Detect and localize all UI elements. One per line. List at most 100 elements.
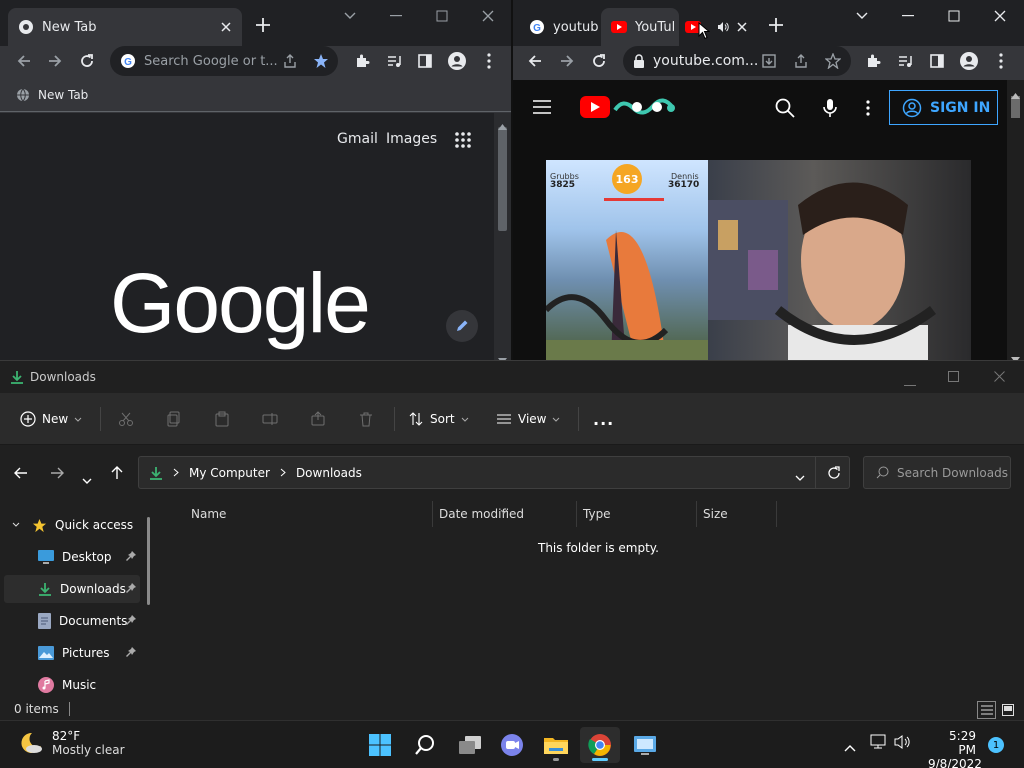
youtube-logo-icon[interactable] [580, 96, 610, 118]
profile-icon[interactable] [954, 46, 984, 76]
view-button[interactable]: View [496, 403, 560, 435]
close-tab-icon[interactable] [737, 22, 747, 32]
refresh-icon[interactable] [827, 466, 841, 483]
search-downloads-input[interactable]: Search Downloads [863, 456, 1011, 489]
audio-playing-icon[interactable] [717, 21, 729, 33]
cut-icon[interactable] [118, 403, 134, 435]
column-size[interactable]: Size [697, 501, 777, 527]
chevron-down-icon[interactable] [12, 522, 20, 527]
address-dropdown-icon[interactable] [795, 470, 805, 484]
sidebar-item-quick-access[interactable]: Quick access [4, 511, 140, 539]
bookmark-new-tab[interactable]: New Tab [38, 88, 88, 102]
tiles-view-icon[interactable] [999, 701, 1017, 719]
extensions-icon[interactable] [858, 46, 888, 76]
bookmark-star-icon[interactable] [818, 46, 848, 76]
search-button[interactable] [405, 727, 445, 763]
task-view-button[interactable] [450, 727, 490, 763]
omnibox[interactable]: youtube.com... [623, 46, 851, 76]
reload-icon[interactable] [72, 46, 102, 76]
breadcrumb-my-computer[interactable]: My Computer [189, 466, 270, 480]
extensions-icon[interactable] [347, 46, 377, 76]
pin-icon[interactable] [126, 551, 136, 561]
bookmark-star-icon[interactable] [306, 46, 336, 76]
scrollbar[interactable] [494, 113, 511, 360]
back-icon[interactable] [14, 465, 28, 484]
close-window-icon[interactable] [994, 371, 1005, 385]
recent-chevron-icon[interactable] [82, 469, 92, 488]
video-player[interactable]: Grubbs 3825 163 Dennis 36170 [546, 160, 971, 360]
install-app-icon[interactable] [754, 46, 784, 76]
forward-icon[interactable] [50, 465, 64, 484]
control-panel-taskbar[interactable] [625, 727, 665, 763]
customize-pencil-icon[interactable] [446, 310, 478, 342]
scroll-up-icon[interactable] [498, 115, 507, 134]
back-icon[interactable] [9, 46, 39, 76]
volume-icon[interactable] [894, 734, 912, 754]
gmail-link[interactable]: Gmail [337, 131, 378, 147]
notification-badge[interactable]: 1 [988, 737, 1004, 753]
maximize-icon[interactable] [931, 0, 977, 32]
close-tab-icon[interactable] [220, 21, 232, 33]
show-hidden-icons-chevron[interactable] [844, 737, 856, 756]
tab-youtube-1[interactable]: G youtub [519, 8, 601, 46]
sidebar-scrollbar[interactable] [147, 517, 150, 605]
tab-youtube-2[interactable]: YouTul [601, 8, 679, 46]
scroll-down-icon[interactable] [1011, 348, 1020, 360]
minimize-icon[interactable] [373, 0, 419, 32]
tab-new-tab[interactable]: New Tab [8, 8, 242, 46]
scroll-up-icon[interactable] [1011, 84, 1020, 103]
sidebar-item-pictures[interactable]: Pictures [4, 639, 140, 667]
minimize-icon[interactable] [904, 376, 916, 390]
breadcrumb-downloads[interactable]: Downloads [296, 466, 362, 480]
close-window-icon[interactable] [977, 0, 1023, 32]
sidebar-item-desktop[interactable]: Desktop [4, 543, 140, 571]
clock[interactable]: 5:29 PM 9/8/2022 [928, 729, 982, 768]
sidebar-item-documents[interactable]: Documents [4, 607, 140, 635]
tab-search-chevron-icon[interactable] [839, 0, 885, 32]
more-options-icon[interactable] [866, 100, 870, 116]
address-bar[interactable]: My Computer Downloads [138, 456, 850, 489]
menu-kebab-icon[interactable] [474, 46, 504, 76]
maximize-icon[interactable] [419, 0, 465, 32]
copy-icon[interactable] [166, 403, 182, 435]
share-icon[interactable] [310, 403, 326, 435]
sidebar-item-music[interactable]: Music [4, 671, 140, 699]
maximize-icon[interactable] [948, 371, 959, 385]
back-icon[interactable] [520, 46, 550, 76]
tab-search-chevron-icon[interactable] [327, 0, 373, 32]
new-button[interactable]: New [20, 403, 82, 435]
search-icon[interactable] [775, 98, 795, 118]
forward-icon[interactable] [40, 46, 70, 76]
start-button[interactable] [360, 727, 400, 763]
delete-icon[interactable] [358, 403, 374, 435]
file-explorer-taskbar[interactable] [536, 727, 576, 763]
details-view-icon[interactable] [977, 701, 996, 719]
apps-grid-icon[interactable] [455, 132, 471, 148]
column-name[interactable]: Name [185, 501, 433, 527]
column-type[interactable]: Type [577, 501, 697, 527]
chrome-taskbar[interactable] [580, 727, 620, 763]
microphone-icon[interactable] [823, 98, 837, 118]
scrollbar-thumb[interactable] [498, 127, 507, 231]
side-panel-icon[interactable] [922, 46, 952, 76]
new-tab-plus-icon[interactable] [767, 16, 785, 34]
tab-youtube-3[interactable]: Y [675, 8, 753, 46]
share-icon[interactable] [275, 46, 305, 76]
pin-icon[interactable] [126, 583, 136, 593]
pin-icon[interactable] [126, 647, 136, 657]
new-tab-plus-icon[interactable] [254, 16, 272, 34]
chat-button[interactable] [492, 727, 532, 763]
sort-button[interactable]: Sort [408, 403, 469, 435]
network-icon[interactable] [870, 734, 888, 754]
weather-widget[interactable]: 82°F Mostly clear [18, 729, 125, 757]
profile-icon[interactable] [442, 46, 472, 76]
forward-icon[interactable] [552, 46, 582, 76]
up-icon[interactable] [110, 465, 124, 484]
scroll-down-icon[interactable] [498, 349, 507, 360]
scrollbar[interactable] [1007, 80, 1024, 360]
menu-kebab-icon[interactable] [986, 46, 1016, 76]
hamburger-menu-icon[interactable] [533, 100, 551, 114]
media-control-icon[interactable] [379, 46, 409, 76]
sidebar-item-downloads[interactable]: Downloads [4, 575, 140, 603]
images-link[interactable]: Images [386, 131, 437, 147]
